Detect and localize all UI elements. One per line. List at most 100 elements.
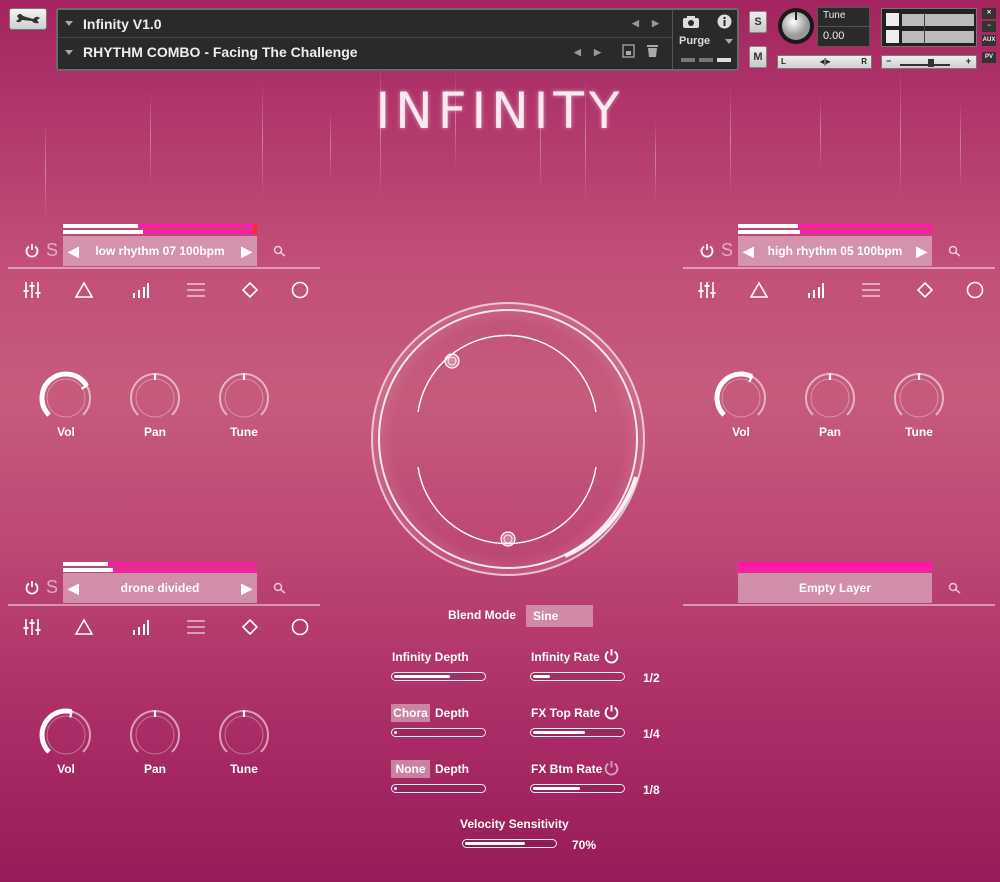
layer-1-preset-selector[interactable]: ◀ low rhythm 07 100bpm ▶ [63,236,257,266]
infinity-rate-slider[interactable] [530,672,625,681]
snapshot-name[interactable]: RHYTHM COMBO - Facing The Challenge [83,44,358,60]
diamond-icon[interactable] [240,280,260,300]
layer-4-divider [683,604,995,606]
tune-label: Tune [818,8,869,27]
layer-1-tune-knob[interactable]: Tune [214,370,274,439]
minimize-icon[interactable]: − [982,21,996,32]
triangle-icon[interactable] [74,280,94,300]
mixer-icon[interactable] [22,280,42,300]
chorus-type-select[interactable]: Chora [391,704,430,722]
fx-top-rate-slider[interactable] [530,728,625,737]
tune-value[interactable]: 0.00 [818,27,869,45]
layer-2-preset-selector[interactable]: ◀ high rhythm 05 100bpm ▶ [738,236,932,266]
power-icon[interactable] [604,704,619,720]
fx-btm-depth-slider[interactable] [391,784,486,793]
velocity-sensitivity-slider[interactable] [462,839,557,848]
layer-3-pan-knob[interactable]: Pan [125,707,185,776]
layer-1-divider [8,267,320,269]
blend-mode-select[interactable]: Sine [526,605,593,627]
power-icon[interactable] [700,243,714,258]
vol-minus[interactable]: − [886,56,891,66]
mute-button[interactable]: M [749,46,767,68]
save-icon[interactable] [622,44,635,58]
trash-icon[interactable] [646,43,659,58]
layer-2-solo[interactable]: S [721,240,733,261]
instrument-dropdown-icon[interactable] [65,21,73,26]
bars-icon[interactable] [805,280,825,300]
circle-icon[interactable] [965,280,985,300]
mixer-icon[interactable] [22,617,42,637]
chorus-depth-label: Depth [435,706,469,720]
info-icon[interactable] [717,14,732,29]
purge-dropdown-icon[interactable] [725,39,733,44]
layer-2-pan-knob[interactable]: Pan [800,370,860,439]
layer-2-tune-label: Tune [905,425,933,439]
next-instrument-icon[interactable]: ▶ [652,18,659,29]
pan-right-label: R [861,57,867,66]
layer-1-pan-knob[interactable]: Pan [125,370,185,439]
mixer-icon[interactable] [697,280,717,300]
magnifier-icon[interactable] [273,245,287,259]
camera-icon[interactable] [682,15,700,29]
circle-icon[interactable] [290,280,310,300]
next-snapshot-icon[interactable]: ▶ [594,47,601,58]
magnifier-icon[interactable] [273,582,287,596]
layer-3-solo[interactable]: S [46,577,58,598]
layer-4-preset-selector[interactable]: Empty Layer [738,573,932,603]
layer-3-tune-knob[interactable]: Tune [214,707,274,776]
vol-plus[interactable]: + [966,56,971,66]
bars-icon[interactable] [130,617,150,637]
lower-handle-icon[interactable] [500,531,516,547]
power-icon[interactable] [25,243,39,258]
next-preset-icon[interactable]: ▶ [241,243,252,260]
fx-top-rate-value: 1/4 [643,727,660,741]
tune-knob[interactable] [776,6,816,46]
prev-preset-icon[interactable]: ◀ [743,243,754,260]
layer-1-vol-knob[interactable]: Vol [36,370,96,439]
fx-btm-type-select[interactable]: None [391,760,430,778]
magnifier-icon[interactable] [948,245,962,259]
upper-handle-icon[interactable] [444,353,460,369]
prev-preset-icon[interactable]: ◀ [68,243,79,260]
layer-3-preset-selector[interactable]: ◀ drone divided ▶ [63,573,257,603]
solo-button[interactable]: S [749,11,767,33]
prev-snapshot-icon[interactable]: ◀ [574,47,581,58]
fx-btm-rate-slider[interactable] [530,784,625,793]
prev-preset-icon[interactable]: ◀ [68,580,79,597]
pan-slider[interactable]: L ◂|▸ R [777,55,872,69]
chorus-depth-slider[interactable] [391,728,486,737]
layer-2-pan-label: Pan [818,425,841,439]
instrument-name[interactable]: Infinity V1.0 [83,16,162,32]
layer-2-vol-knob[interactable]: Vol [711,370,771,439]
menu-icon[interactable] [186,617,206,637]
wrench-button[interactable] [9,8,47,30]
infinity-xy-pad[interactable] [368,302,650,580]
snapshot-dropdown-icon[interactable] [65,49,73,55]
triangle-icon[interactable] [74,617,94,637]
close-icon[interactable]: ✕ [982,8,996,19]
pv-button[interactable]: PV [982,52,996,63]
menu-icon[interactable] [186,280,206,300]
aux-button[interactable]: AUX [982,35,996,46]
prev-instrument-icon[interactable]: ◀ [632,18,639,29]
diamond-icon[interactable] [240,617,260,637]
volume-slider[interactable]: − + [881,55,977,69]
infinity-depth-slider[interactable] [391,672,486,681]
circle-icon[interactable] [290,617,310,637]
layer-3-vol-knob[interactable]: Vol [36,707,96,776]
power-icon[interactable] [604,760,619,776]
triangle-icon[interactable] [749,280,769,300]
next-preset-icon[interactable]: ▶ [916,243,927,260]
purge-button[interactable]: Purge [679,35,710,47]
menu-icon[interactable] [861,280,881,300]
next-preset-icon[interactable]: ▶ [241,580,252,597]
power-icon[interactable] [604,648,619,664]
magnifier-icon[interactable] [948,582,962,596]
layer-2-tune-knob[interactable]: Tune [889,370,949,439]
layer-1-solo[interactable]: S [46,240,58,261]
power-icon[interactable] [25,580,39,595]
diamond-icon[interactable] [915,280,935,300]
layer-2-preset-name: high rhythm 05 100bpm [767,244,903,258]
infinity-rate-value: 1/2 [643,671,660,685]
bars-icon[interactable] [130,280,150,300]
